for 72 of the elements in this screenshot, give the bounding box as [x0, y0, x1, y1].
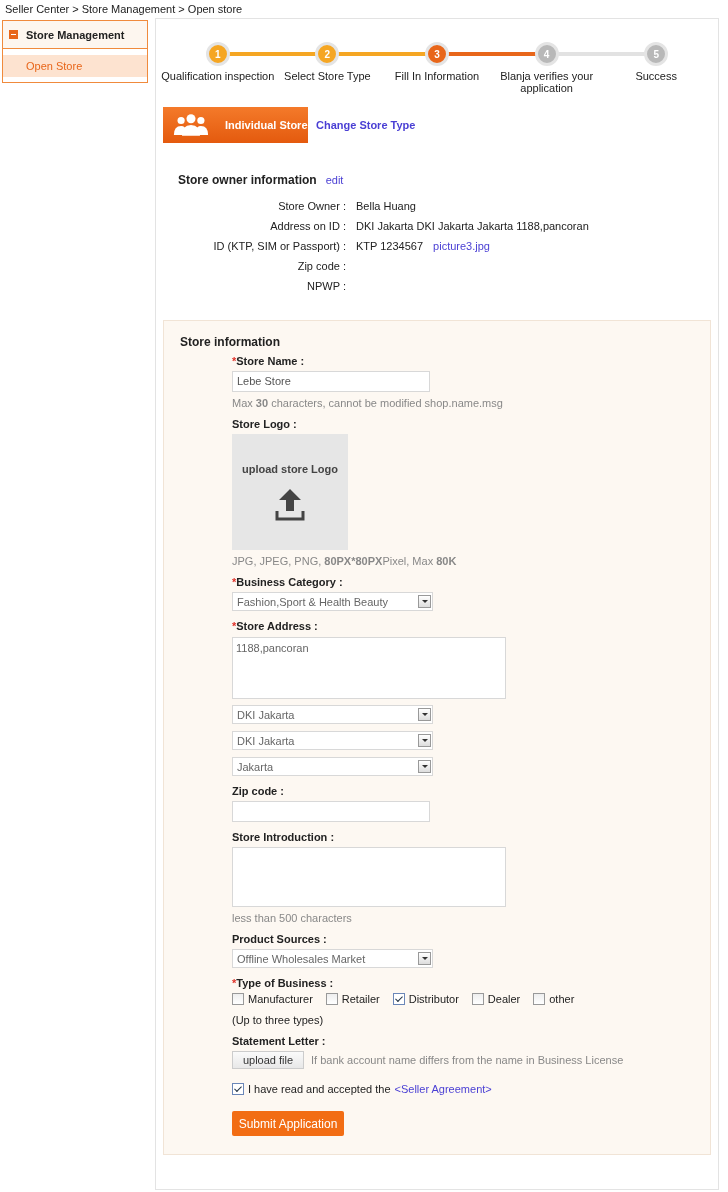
step-number: 2 [315, 42, 340, 66]
form-label: Store Introduction : [232, 831, 335, 843]
dropdown[interactable]: Jakarta [232, 757, 433, 776]
checkbox[interactable] [471, 993, 484, 1005]
text-input[interactable] [232, 801, 430, 822]
change-store-type-link[interactable]: Change Store Type [316, 119, 416, 131]
field-label: NPWP : [306, 280, 346, 292]
agreement-text: I have read and accepted the [248, 1083, 391, 1095]
dropdown[interactable]: Fashion,Sport & Health Beauty [232, 592, 433, 611]
dropdown[interactable]: DKI Jakarta [232, 705, 433, 724]
edit-link[interactable]: edit [325, 174, 344, 186]
form-label: Statement Letter : [232, 1035, 326, 1047]
hint-text: less than 500 characters [232, 912, 353, 924]
form-label: Business Category : [236, 576, 343, 588]
upload-icon [275, 487, 305, 521]
field-value: KTP 1234567 [356, 240, 424, 252]
checkbox[interactable] [392, 993, 405, 1005]
dropdown[interactable]: DKI Jakarta [232, 731, 433, 750]
dropdown[interactable]: Offline Wholesales Market [232, 949, 433, 968]
step-label: Blanja verifies your application [499, 70, 595, 94]
step-number: 3 [425, 42, 449, 66]
checkbox-label: Manufacturer [248, 993, 313, 1005]
hint-text: If bank account name differs from the name in Business License [311, 1054, 624, 1066]
file-link[interactable]: picture3.jpg [433, 240, 490, 252]
step-label: Fill In Information [393, 70, 481, 82]
field-value: DKI Jakarta DKI Jakarta Jakarta 1188,pancoran [356, 220, 589, 232]
store-type-label: Individual Store [225, 119, 308, 131]
sidebar-group[interactable]: Store Management [3, 21, 147, 49]
checkbox[interactable] [232, 993, 244, 1005]
checkbox[interactable] [533, 993, 546, 1005]
checkbox-label: Dealer [487, 993, 521, 1005]
field-value: Bella Huang [356, 200, 416, 212]
people-icon [173, 113, 209, 137]
field-label: ID (KTP, SIM or Passport) : [212, 240, 346, 252]
step-label: Qualification inspection [160, 70, 276, 82]
text-input[interactable]: Lebe Store [232, 371, 430, 392]
hint-text: Max 30 characters, cannot be modified shop.name.msg [232, 397, 504, 409]
field-label: Address on ID : [269, 220, 346, 232]
checkbox[interactable] [325, 993, 338, 1005]
section-title: Store owner information [178, 173, 317, 187]
checkbox[interactable] [232, 1083, 244, 1095]
form-label: Type of Business : [236, 977, 334, 989]
checkbox-label: Retailer [341, 993, 380, 1005]
note-text: (Up to three types) [232, 1014, 325, 1026]
store-type-button[interactable]: Individual Store [163, 107, 308, 143]
hint-text: JPG, JPEG, PNG, 80PX*80PXPixel, Max 80K [232, 555, 458, 567]
step-number: 4 [534, 42, 559, 66]
required-mark: * [232, 620, 237, 632]
form-label: Store Logo : [232, 418, 297, 430]
logo-upload[interactable]: upload store Logo [232, 434, 348, 550]
form-label: Zip code : [232, 785, 284, 797]
step-number: 1 [205, 42, 230, 66]
breadcrumb: Seller Center > Store Management > Open store [4, 2, 244, 17]
field-label: Store Owner : [277, 200, 346, 212]
step-number: 5 [644, 42, 669, 66]
upload-file-button[interactable]: upload file [232, 1051, 304, 1069]
field-label: Zip code : [296, 260, 346, 272]
address-textarea[interactable]: 1188,pancoran [232, 637, 506, 699]
form-label: Store Name : [236, 355, 305, 367]
seller-agreement-link[interactable]: <Seller Agreement> [394, 1083, 492, 1095]
required-mark: * [232, 977, 237, 989]
step-label: Success [634, 70, 678, 82]
textarea[interactable] [232, 847, 506, 907]
collapse-icon[interactable] [9, 30, 18, 39]
checkbox-label: Distributor [408, 993, 459, 1005]
form-label: Product Sources : [232, 933, 327, 945]
section-title: Store information [180, 335, 281, 349]
form-label: Store Address : [236, 620, 318, 632]
checkbox-label: other [549, 993, 575, 1005]
required-mark: * [232, 355, 237, 367]
required-mark: * [232, 576, 237, 588]
sidebar-group-label: Store Management [26, 28, 125, 41]
